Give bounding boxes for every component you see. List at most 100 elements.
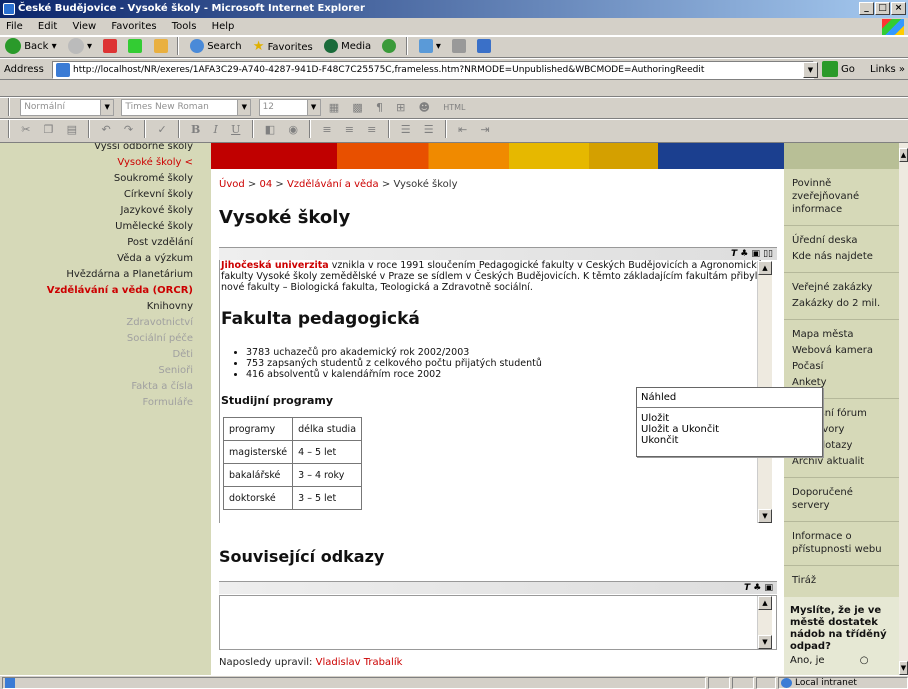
refresh-button[interactable] (125, 37, 145, 57)
history-button[interactable] (379, 37, 399, 57)
scroll-up-arrow-icon[interactable]: ▲ (758, 261, 772, 275)
people-icon[interactable]: ☻ (419, 101, 430, 114)
nav-item[interactable]: Jazykové školy (0, 203, 211, 219)
style-combo[interactable]: Normální ▼ (20, 98, 115, 116)
right-nav-item[interactable]: Informace o přístupnosti webu (792, 530, 893, 556)
radio-button[interactable]: ○ (860, 655, 869, 666)
mail-button[interactable]: ▾ (416, 37, 444, 57)
menu-edit[interactable]: Edit (32, 18, 63, 36)
nav-item[interactable]: Hvězdárna a Planetárium (0, 267, 211, 283)
scroll-up-arrow-icon[interactable]: ▲ (899, 148, 908, 162)
right-nav-item[interactable]: Webová kamera (792, 344, 893, 357)
menu-help[interactable]: Help (206, 18, 241, 36)
right-nav-item[interactable]: Povinně zveřejňované informace (792, 177, 893, 216)
menu-view[interactable]: View (66, 18, 102, 36)
nav-item[interactable]: Vyšší odborné školy (0, 143, 211, 155)
font-combo[interactable]: Times New Roman ▼ (121, 98, 252, 116)
redo-icon[interactable]: ↷ (124, 123, 133, 136)
right-nav-item[interactable]: Zakázky do 2 mil. (792, 297, 893, 310)
forward-button[interactable]: ▾ (65, 37, 95, 57)
html-button[interactable]: HTML (443, 103, 465, 112)
breadcrumb-link[interactable]: 04 (259, 179, 272, 190)
right-nav-item[interactable]: Úřední deska (792, 234, 893, 247)
links-button[interactable]: Links » (870, 59, 905, 79)
menu-tools[interactable]: Tools (166, 18, 203, 36)
right-nav-item[interactable]: Veřejné zakázky (792, 281, 893, 294)
preview-menu-item[interactable]: Náhled (637, 388, 822, 408)
maximize-button[interactable]: □ (875, 2, 890, 15)
underline-button[interactable]: U (231, 123, 240, 136)
address-dropdown-button[interactable]: ▼ (803, 62, 818, 78)
bold-button[interactable]: B (191, 123, 200, 136)
nav-item[interactable]: Umělecké školy (0, 219, 211, 235)
spellcheck-icon[interactable]: ✓ (157, 123, 166, 136)
outdent-icon[interactable]: ⇤ (458, 123, 467, 136)
nav-item[interactable]: Děti (0, 347, 211, 363)
page-scrollbar[interactable]: ▲ ▼ (899, 143, 908, 675)
right-nav-item[interactable]: Kde nás najdete (792, 250, 893, 263)
placeholder-tools-icon[interactable]: T ♣ ▣ ▯▯ (731, 249, 773, 259)
poll-option[interactable]: Ano, je ○ (790, 655, 893, 667)
address-input[interactable]: http://localhost/NR/exeres/1AFA3C29-A740… (52, 61, 814, 79)
italic-button[interactable]: I (214, 123, 218, 136)
indent-icon[interactable]: ⇥ (480, 123, 489, 136)
size-combo[interactable]: 12 ▼ (258, 98, 321, 116)
search-button[interactable]: Search (187, 37, 245, 57)
color-icon[interactable]: ◉ (288, 123, 298, 136)
media-button[interactable]: Media (321, 37, 374, 57)
back-button[interactable]: Back ▾ (2, 37, 60, 57)
nav-item[interactable]: Formuláře (0, 395, 211, 411)
align-right-icon[interactable]: ≡ (367, 123, 376, 136)
nav-item-section[interactable]: Vzdělávání a věda (ORCR) (0, 283, 211, 299)
right-nav-item[interactable]: Tiráž (792, 574, 893, 587)
scroll-down-arrow-icon[interactable]: ▼ (899, 661, 908, 675)
undo-icon[interactable]: ↶ (101, 123, 110, 136)
print-button[interactable] (449, 37, 469, 57)
go-button[interactable]: Go (822, 61, 855, 79)
breadcrumb-link[interactable]: Vzdělávání a věda (287, 179, 379, 190)
nav-item[interactable]: Fakta a čísla (0, 379, 211, 395)
nav-item[interactable]: Církevní školy (0, 187, 211, 203)
right-nav-item[interactable]: Doporučené servery (792, 486, 893, 512)
table-icon[interactable]: ▦ (329, 101, 339, 114)
paste-icon[interactable]: ▤ (67, 123, 77, 136)
right-nav-item[interactable]: Mapa města (792, 328, 893, 341)
breadcrumb-link[interactable]: Úvod (219, 179, 245, 190)
scroll-up-arrow-icon[interactable]: ▲ (758, 596, 772, 610)
minimize-button[interactable]: _ (859, 2, 874, 15)
save-menu-item[interactable]: Uložit (637, 413, 822, 424)
author-link[interactable]: Vladislav Trabalík (316, 657, 403, 668)
nav-item-active[interactable]: Vysoké školy < (0, 155, 211, 171)
image-icon[interactable]: ▩ (352, 101, 362, 114)
related-links-editor[interactable] (219, 595, 777, 650)
copy-icon[interactable]: ❐ (44, 123, 54, 136)
grid-icon[interactable]: ⊞ (396, 101, 405, 114)
edit-page-button[interactable] (474, 37, 494, 57)
paragraph-icon[interactable]: ¶ (376, 101, 383, 114)
nav-item[interactable]: Sociální péče (0, 331, 211, 347)
nav-item[interactable]: Knihovny (0, 299, 211, 315)
editor-scrollbar[interactable]: ▲ ▼ (757, 596, 772, 649)
menu-file[interactable]: File (0, 18, 29, 36)
right-nav-item[interactable]: Počasí (792, 360, 893, 373)
close-menu-item[interactable]: Ukončit (637, 435, 822, 446)
nav-item[interactable]: Soukromé školy (0, 171, 211, 187)
favorites-button[interactable]: ★ Favorites (250, 37, 316, 57)
scroll-down-arrow-icon[interactable]: ▼ (758, 509, 772, 523)
stop-button[interactable] (100, 37, 120, 57)
placeholder-tools-icon[interactable]: T ♣ ▣ (744, 583, 773, 593)
scroll-down-arrow-icon[interactable]: ▼ (758, 635, 772, 649)
save-and-close-menu-item[interactable]: Uložit a Ukončit (637, 424, 822, 435)
home-button[interactable] (151, 37, 171, 57)
close-button[interactable]: × (891, 2, 906, 15)
align-left-icon[interactable]: ≡ (322, 123, 331, 136)
numbered-list-icon[interactable]: ☰ (401, 123, 411, 136)
cut-icon[interactable]: ✂ (21, 123, 30, 136)
menu-favorites[interactable]: Favorites (105, 18, 162, 36)
university-link[interactable]: Jihočeská univerzita (221, 260, 329, 271)
bullet-list-icon[interactable]: ☰ (424, 123, 434, 136)
nav-item[interactable]: Zdravotnictví (0, 315, 211, 331)
nav-item[interactable]: Post vzdělání (0, 235, 211, 251)
highlight-icon[interactable]: ◧ (265, 123, 275, 136)
nav-item[interactable]: Věda a výzkum (0, 251, 211, 267)
